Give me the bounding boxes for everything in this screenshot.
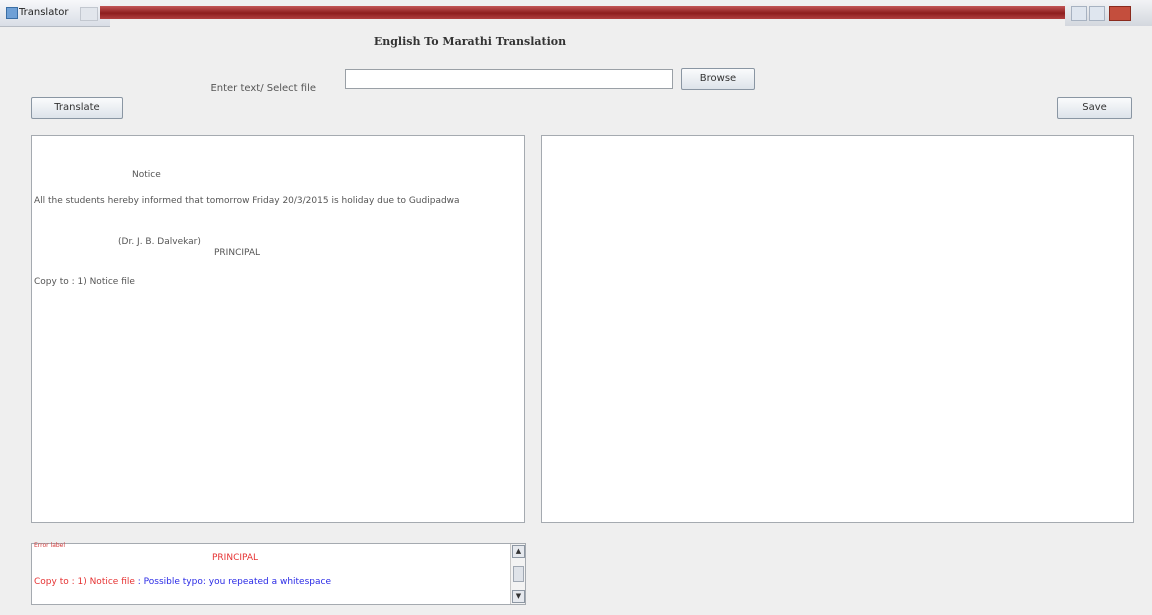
input-text-area[interactable]: Notice All the students hereby informed … bbox=[31, 135, 525, 523]
designation: PRINCIPAL bbox=[214, 248, 261, 258]
close-icon[interactable] bbox=[1109, 6, 1131, 21]
error-line-2: Copy to : 1) Notice file : Possible typo… bbox=[34, 577, 331, 587]
error-panel-scrollbar[interactable]: ▲ ▼ bbox=[510, 544, 525, 604]
scroll-thumb[interactable] bbox=[513, 566, 524, 582]
error-panel[interactable]: Error label PRINCIPAL Copy to : 1) Notic… bbox=[31, 542, 526, 605]
window-titlebar: Translator bbox=[0, 0, 1152, 28]
page-title: English To Marathi Translation bbox=[373, 35, 567, 48]
error-message: : Possible typo: you repeated a whitespa… bbox=[137, 577, 331, 587]
taskbar-tab[interactable] bbox=[80, 7, 98, 21]
scroll-down-icon[interactable]: ▼ bbox=[512, 590, 525, 603]
window-controls bbox=[1065, 0, 1152, 26]
file-path-input[interactable] bbox=[345, 69, 673, 89]
error-line-2-text: Copy to : 1) Notice file bbox=[34, 577, 135, 587]
minimize-icon[interactable] bbox=[1071, 6, 1087, 21]
maximize-icon[interactable] bbox=[1089, 6, 1105, 21]
copy-to-line: Copy to : 1) Notice file bbox=[34, 277, 135, 287]
error-panel-label: Error label bbox=[34, 542, 66, 549]
scroll-up-icon[interactable]: ▲ bbox=[512, 545, 525, 558]
enter-text-label: Enter text/ Select file bbox=[210, 83, 316, 94]
save-button[interactable]: Save bbox=[1057, 97, 1132, 119]
titlebar-left: Translator bbox=[0, 0, 110, 27]
titlebar-band bbox=[100, 6, 1065, 19]
app-icon bbox=[6, 7, 18, 19]
notice-title: Notice bbox=[132, 170, 161, 180]
translate-button[interactable]: Translate bbox=[31, 97, 123, 119]
notice-body: All the students hereby informed that to… bbox=[34, 196, 460, 206]
signatory-name: (Dr. J. B. Dalvekar) bbox=[118, 237, 201, 247]
window-title: Translator bbox=[19, 7, 69, 18]
browse-button[interactable]: Browse bbox=[681, 68, 755, 90]
error-line-1: PRINCIPAL bbox=[212, 553, 259, 563]
output-text-area[interactable] bbox=[541, 135, 1134, 523]
